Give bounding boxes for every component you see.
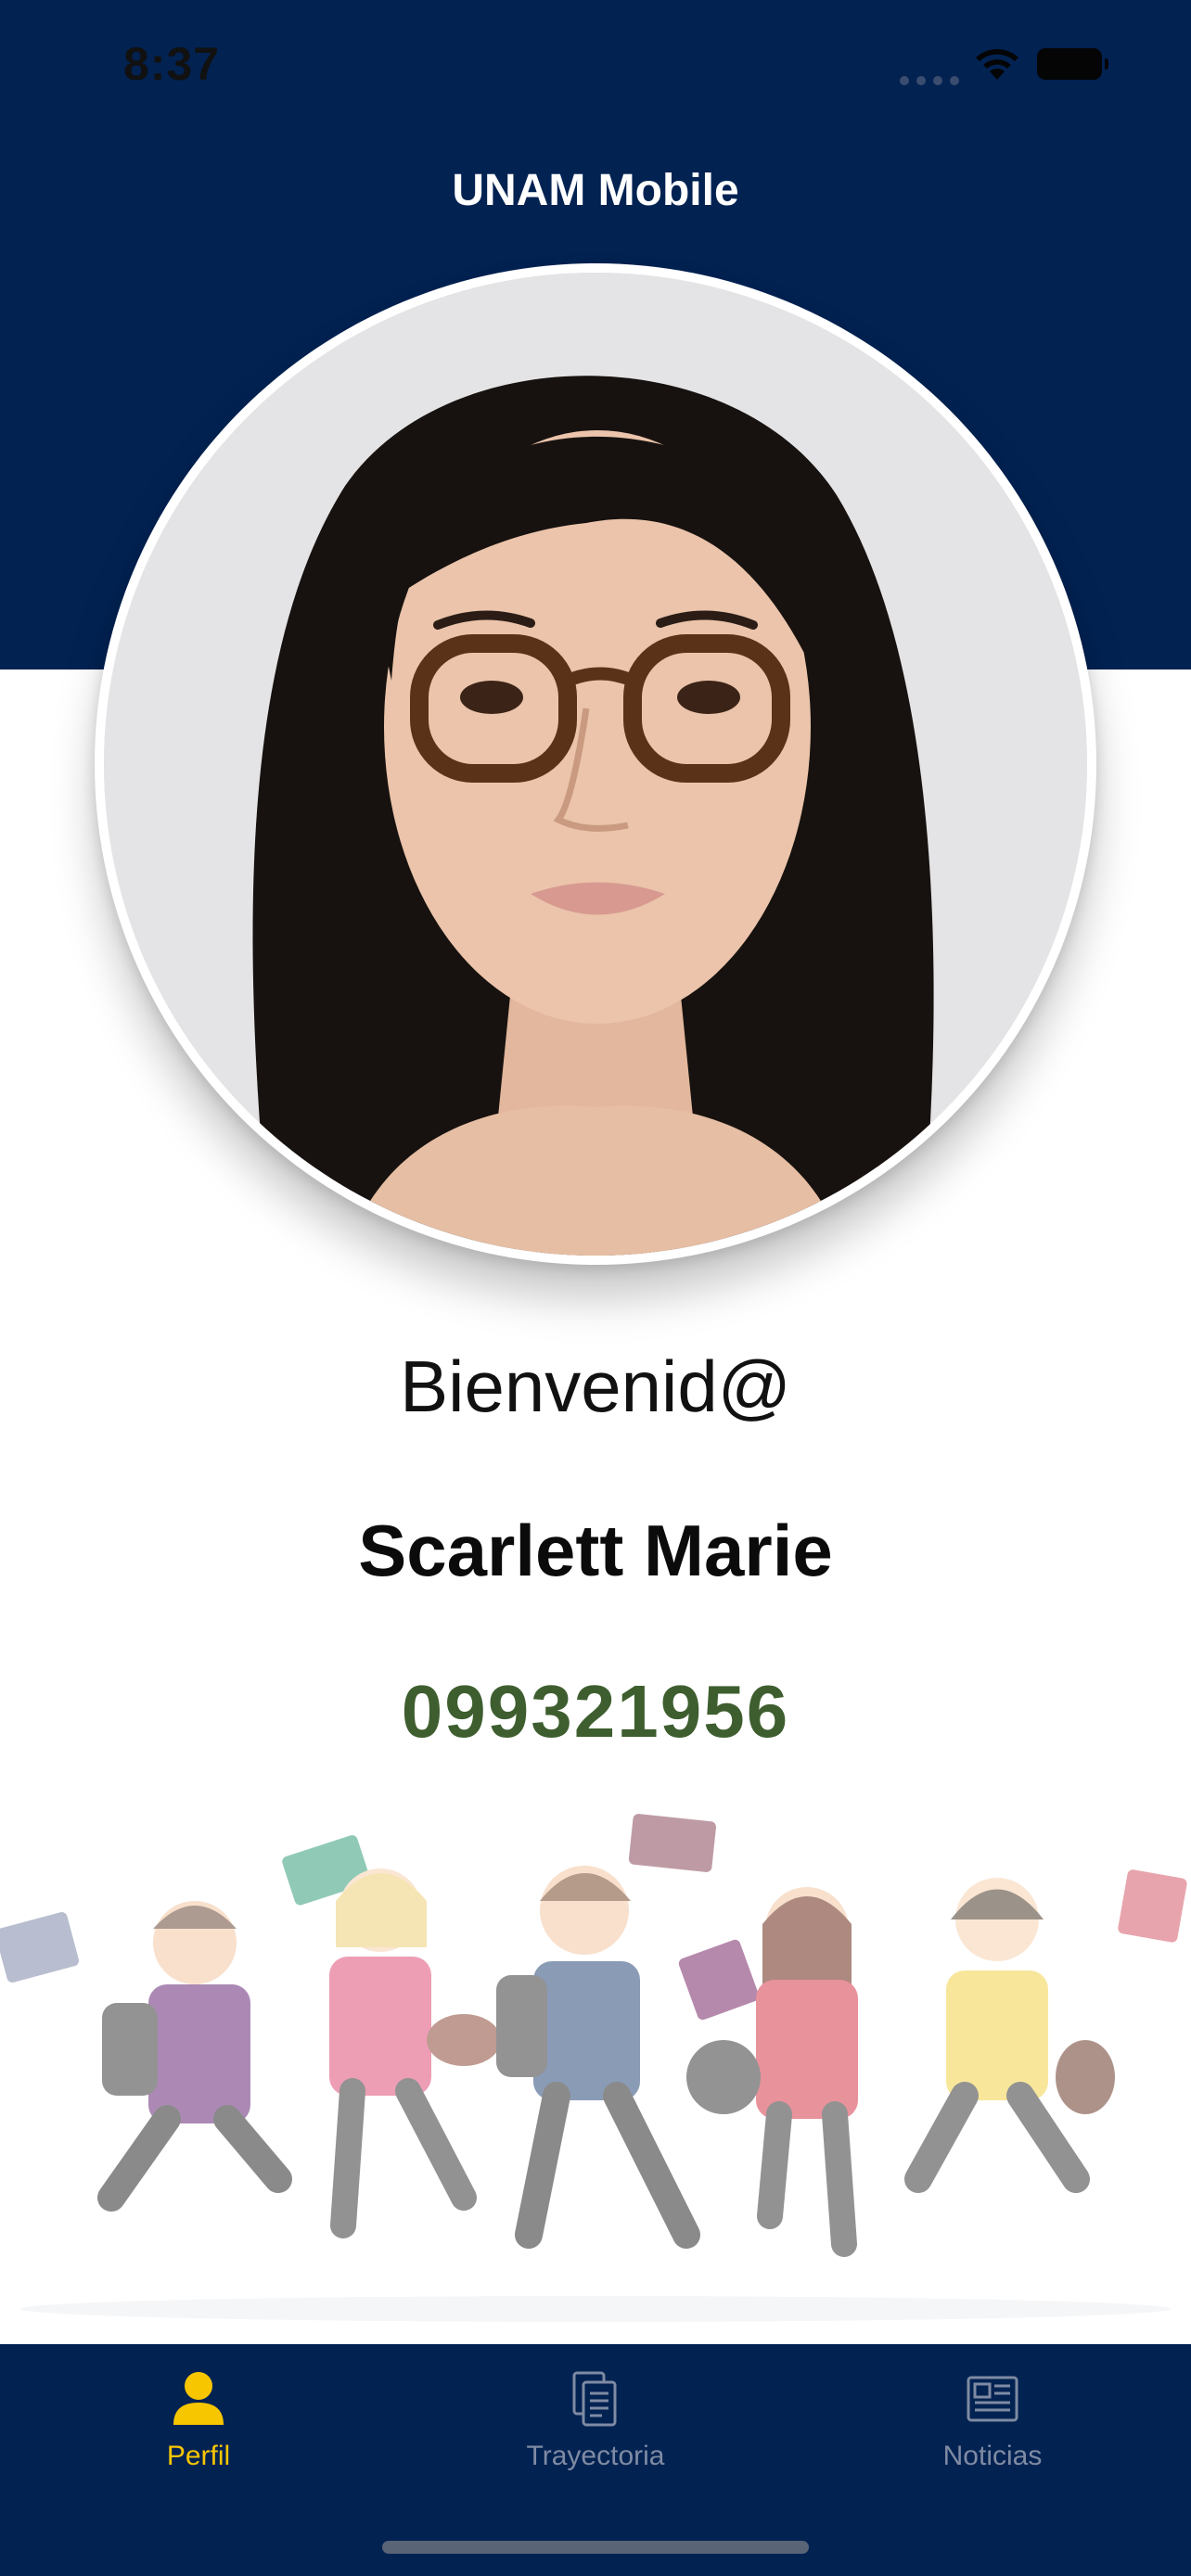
newspaper-icon [967,2376,1018,2422]
tab-perfil[interactable]: Perfil [0,2344,397,2511]
status-time: 8:37 [123,38,221,90]
profile-photo [104,273,1087,1256]
greeting-text: Bienvenid@ [400,1345,791,1427]
person-icon [173,2372,224,2425]
tab-noticias[interactable]: Noticias [794,2344,1191,2511]
tab-perfil-label: Perfil [166,2441,231,2471]
cellular-signal-icon [900,76,959,85]
tab-trayectoria[interactable]: Trayectoria [397,2344,794,2511]
tab-noticias-label: Noticias [942,2441,1043,2471]
status-bar: 8:37 [0,0,1191,139]
home-indicator[interactable] [382,2541,809,2554]
profile-photo-frame [95,263,1096,1265]
document-icon [572,2371,617,2427]
wifi-icon [976,49,1018,80]
app-title: UNAM Mobile [452,166,739,215]
account-number: 099321956 [401,1670,790,1753]
battery-icon [1037,48,1108,80]
students-illustration [0,1814,1187,2322]
tab-trayectoria-label: Trayectoria [526,2441,665,2471]
student-name: Scarlett Marie [358,1510,833,1591]
